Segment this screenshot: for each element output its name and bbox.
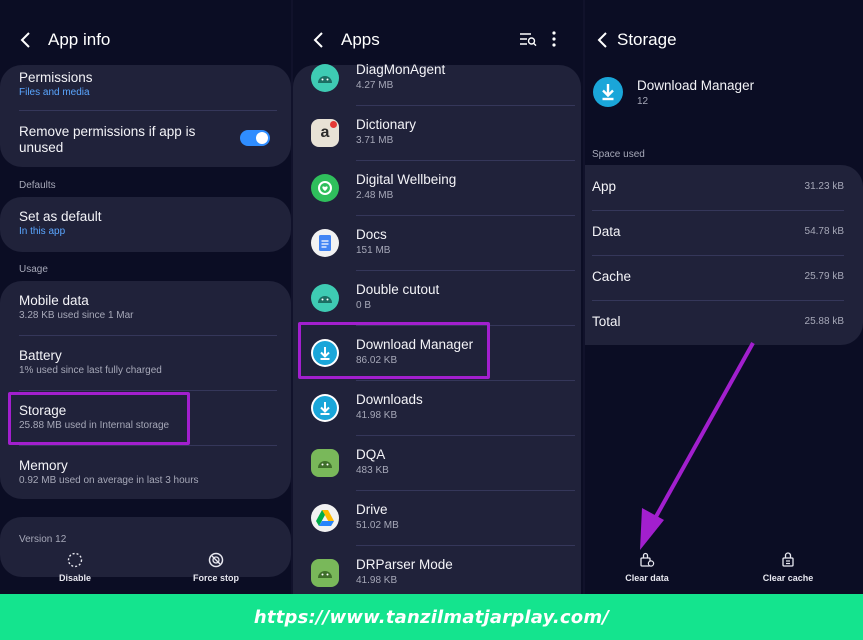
list-item[interactable]: DRParser Mode 41.98 KB xyxy=(293,546,581,594)
website-url[interactable]: https://www.tanzilmatjarplay.com/ xyxy=(254,607,609,628)
app-name: DiagMonAgent xyxy=(356,62,446,77)
watermark-banner: https://www.tanzilmatjarplay.com/ xyxy=(0,594,863,640)
chevron-left-icon xyxy=(313,32,323,48)
permissions-card: Permissions Files and media Remove permi… xyxy=(0,65,291,167)
more-options-button[interactable] xyxy=(551,30,557,53)
toggle-knob xyxy=(256,132,268,144)
clear-cache-icon xyxy=(782,552,794,567)
set-as-default-item[interactable]: Set as default In this app xyxy=(0,209,291,237)
memory-item[interactable]: Memory 0.92 MB used on average in last 3… xyxy=(0,458,291,486)
app-info-header: App info xyxy=(0,24,291,56)
clear-data-icon xyxy=(640,552,655,567)
clear-cache-label: Clear cache xyxy=(762,573,814,583)
mobile-data-sub: 3.28 KB used since 1 Mar xyxy=(19,310,134,321)
app-name: Double cutout xyxy=(356,282,440,297)
list-item[interactable]: Digital Wellbeing 2.48 MB xyxy=(293,161,581,216)
android-icon xyxy=(311,284,339,312)
download-icon xyxy=(311,394,339,422)
drive-icon xyxy=(311,504,339,532)
app-name: Drive xyxy=(356,502,388,517)
apps-screen: Apps DiagMonAgent 4.27 MB a Dictionary 3… xyxy=(293,0,583,594)
app-size: 4.27 MB xyxy=(356,80,394,91)
mobile-data-label: Mobile data xyxy=(19,293,89,308)
app-name: Dictionary xyxy=(356,117,417,132)
clear-data-label: Clear data xyxy=(625,573,669,583)
wellbeing-icon xyxy=(311,174,339,202)
android-icon xyxy=(311,64,339,92)
filter-search-button[interactable] xyxy=(519,31,537,52)
battery-label: Battery xyxy=(19,348,62,363)
remove-permissions-toggle[interactable] xyxy=(240,130,270,146)
memory-label: Memory xyxy=(19,458,68,473)
defaults-card: Set as default In this app xyxy=(0,197,291,252)
list-item[interactable]: a Dictionary 3.71 MB xyxy=(293,106,581,161)
defaults-section-header: Defaults xyxy=(19,180,56,191)
list-item[interactable]: Downloads 41.98 KB xyxy=(293,381,581,436)
divider xyxy=(19,445,277,446)
set-as-default-label: Set as default xyxy=(19,209,102,224)
permissions-label: Permissions xyxy=(19,70,93,85)
page-title: Apps xyxy=(341,30,380,49)
app-size: 0 B xyxy=(356,300,372,311)
list-item[interactable]: Docs 151 MB xyxy=(293,216,581,271)
disable-label: Disable xyxy=(58,573,91,583)
disable-icon xyxy=(67,552,83,568)
docs-icon xyxy=(311,229,339,257)
app-name: DRParser Mode xyxy=(356,557,453,572)
storage-screen: Storage Download Manager 12 Space used A… xyxy=(585,0,863,594)
back-button[interactable] xyxy=(10,25,40,55)
storage-highlight-box xyxy=(8,392,190,445)
list-item[interactable]: Drive 51.02 MB xyxy=(293,491,581,546)
mobile-data-item[interactable]: Mobile data 3.28 KB used since 1 Mar xyxy=(0,293,291,321)
force-stop-label: Force stop xyxy=(192,573,239,583)
remove-permissions-label: Remove permissions if app is unused xyxy=(19,124,196,155)
usage-section-header: Usage xyxy=(19,264,48,275)
app-size: 3.71 MB xyxy=(356,135,394,146)
divider xyxy=(19,335,277,336)
filter-search-icon xyxy=(520,33,537,47)
app-size: 41.98 KB xyxy=(356,410,398,421)
app-name: Downloads xyxy=(356,392,423,407)
app-name: Digital Wellbeing xyxy=(356,172,457,187)
download-manager-highlight-box xyxy=(298,322,490,379)
android-icon xyxy=(311,449,339,477)
page-title: App info xyxy=(48,30,111,49)
clear-data-button[interactable]: Clear data xyxy=(602,552,692,583)
version-text: Version 12 xyxy=(19,534,67,545)
list-item[interactable]: DQA 483 KB xyxy=(293,436,581,491)
disable-button[interactable]: Disable xyxy=(30,552,120,583)
clear-cache-button[interactable]: Clear cache xyxy=(743,552,833,583)
divider xyxy=(19,110,277,111)
list-item[interactable]: DiagMonAgent 4.27 MB xyxy=(293,51,581,106)
app-size: 151 MB xyxy=(356,245,391,256)
chevron-left-icon xyxy=(20,32,30,48)
set-as-default-sub: In this app xyxy=(19,226,66,237)
dictionary-icon: a xyxy=(311,119,339,147)
android-icon xyxy=(311,559,339,587)
permissions-sub: Files and media xyxy=(19,87,90,98)
divider xyxy=(19,390,277,391)
app-info-screen: App info Permissions Files and media Rem… xyxy=(0,0,291,594)
more-vertical-icon xyxy=(552,31,556,47)
usage-card: Mobile data 3.28 KB used since 1 Mar Bat… xyxy=(0,281,291,499)
memory-sub: 0.92 MB used on average in last 3 hours xyxy=(19,475,199,486)
battery-item[interactable]: Battery 1% used since last fully charged xyxy=(0,348,291,376)
battery-sub: 1% used since last fully charged xyxy=(19,365,162,376)
app-name: Docs xyxy=(356,227,387,242)
app-size: 51.02 MB xyxy=(356,520,399,531)
app-name: DQA xyxy=(356,447,386,462)
force-stop-icon xyxy=(208,552,224,568)
app-size: 2.48 MB xyxy=(356,190,394,201)
list-item[interactable]: Double cutout 0 B xyxy=(293,271,581,326)
app-size: 41.98 KB xyxy=(356,575,398,586)
permissions-item[interactable]: Permissions Files and media xyxy=(0,70,291,98)
force-stop-button[interactable]: Force stop xyxy=(171,552,261,583)
app-size: 483 KB xyxy=(356,465,389,476)
pointer-arrow-graphic xyxy=(640,342,755,550)
